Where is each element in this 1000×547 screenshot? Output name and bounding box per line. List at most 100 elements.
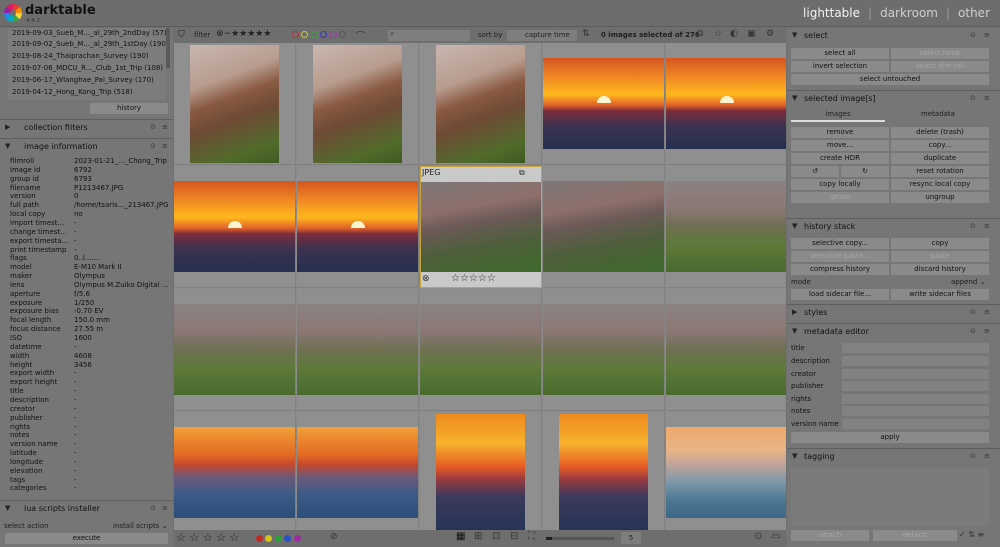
thumbnail[interactable] [543,166,665,288]
thumbnail[interactable] [297,43,419,165]
view-lighttable[interactable]: lighttable [803,6,860,20]
rating-filter[interactable]: ⊗−★★★★★ [216,29,271,39]
thumbnail[interactable] [420,289,542,411]
second-window-icon[interactable]: ▭ [771,531,780,542]
move-button[interactable]: move... [791,140,889,151]
menu-icon[interactable]: ≡ [984,222,990,230]
rotate-right-button[interactable]: ↻ [841,166,889,177]
rotate-left-button[interactable]: ↺ [791,166,839,177]
presets-icon[interactable]: ⊙ [970,452,976,460]
collection-item[interactable]: 2019-04-12_Hong_Kong_Trip (518) [12,88,133,96]
columns-slider[interactable] [546,537,614,540]
thumbnail[interactable] [543,412,665,530]
sort-dropdown[interactable]: capture time ⌄ [507,30,577,50]
presets-icon[interactable]: ⊙ [150,142,156,150]
select-film-roll-button[interactable]: select film roll [891,61,989,72]
thumbnail[interactable] [420,412,542,530]
thumbnail[interactable] [174,289,296,411]
culling-layout-icon[interactable]: ⊡ [492,531,500,542]
thumbnail-grid[interactable]: JPEG ⧉ ⊗ ☆☆☆☆☆ [174,43,786,530]
ungroup-button[interactable]: ungroup [891,192,989,203]
menu-icon[interactable]: ≡ [984,327,990,335]
thumbnail[interactable] [666,289,786,411]
preview-icon[interactable]: ⛶ [528,531,535,542]
history-button[interactable]: history [90,103,168,114]
thumbnail-image[interactable] [174,304,295,395]
history-copy-button[interactable]: copy [891,238,989,249]
collection-filters-header[interactable]: ▶ collection filters ⊙ ≡ [0,119,173,135]
write-sidecar-button[interactable]: write sidecar files [891,289,989,300]
focus-peaking-icon[interactable]: ◐ [730,29,738,39]
view-other[interactable]: other [958,6,990,20]
filemanager-layout-icon[interactable]: ▦ [456,531,465,542]
copy-locally-button[interactable]: copy locally [791,179,889,190]
copy-button[interactable]: copy... [891,140,989,151]
thumbnail[interactable] [297,412,419,530]
thumbnail-image[interactable] [559,414,648,530]
menu-icon[interactable]: ≡ [984,308,990,316]
title-field[interactable] [842,343,989,353]
detach-button[interactable]: detach [873,530,957,541]
grouping-toggle-icon[interactable]: ⧉ [697,29,703,39]
tag-toggle-icons[interactable]: ✓ ⇅ ≡ [959,530,984,539]
lua-scripts-header[interactable]: ▼ lua scripts installer ⊙ ≡ [0,500,173,516]
thumbnail-image[interactable] [297,427,418,518]
thumbnail-image[interactable] [666,181,786,272]
reject-icon[interactable]: ⊗ [422,274,430,284]
thumbnail-image[interactable] [421,182,541,272]
presets-icon[interactable]: ⊙ [970,308,976,316]
collection-item[interactable]: 2019-08-24_Thaiprachan_Survey (190) [12,52,149,60]
metadata-editor-header[interactable]: ▼ metadata editor ⊙ ≡ [787,323,1000,339]
collection-item[interactable]: 2019-09-03_Sueb_M..._al_29th_2ndDay (57) [12,29,167,37]
clear-labels-icon[interactable]: ⊘ [330,532,338,542]
install-scripts-dropdown[interactable]: install scripts ⌄ [113,522,167,530]
thumbnail[interactable] [174,412,296,530]
filter-icon[interactable]: ⛉ [178,30,185,40]
create-hdr-button[interactable]: create HDR [791,153,889,164]
presets-icon[interactable]: ⊙ [970,327,976,335]
attach-button[interactable]: attach [791,530,869,541]
menu-icon[interactable]: ≡ [162,504,168,512]
selected-images-header[interactable]: ▼ selected image[s] ⊙ ≡ [787,90,1000,106]
collection-item[interactable]: 2019-06-17_Wlanghae_Pai_Survey (170) [12,76,154,84]
select-untouched-button[interactable]: select untouched [791,74,989,85]
thumbnail-image[interactable] [297,181,418,272]
group-button[interactable]: group [791,192,889,203]
thumbnail-image[interactable] [297,304,418,395]
columns-value[interactable]: 5 [621,532,641,544]
duplicate-button[interactable]: duplicate [891,153,989,164]
thumbnail[interactable] [666,412,786,530]
tagging-header[interactable]: ▼ tagging ⊙ ≡ [787,448,1000,464]
thumbnail[interactable] [543,43,665,165]
zoomable-layout-icon[interactable]: ⊞ [474,531,482,542]
thumbnail[interactable] [666,43,786,165]
thumbnail-image[interactable] [666,304,786,395]
history-stack-header[interactable]: ▼ history stack ⊙ ≡ [787,218,1000,234]
collection-item[interactable]: 2019-09-02_Sueb_M..._al_29th_1stDay (190… [12,40,169,48]
menu-icon[interactable]: ≡ [162,142,168,150]
thumbnail[interactable] [543,289,665,411]
thumbnail-image[interactable] [543,58,664,149]
collections-scrollbar[interactable] [166,28,170,68]
resync-local-copy-button[interactable]: resync local copy [891,179,989,190]
thumbnail-image[interactable] [543,304,664,395]
thumbnail-image[interactable] [420,304,541,395]
rating-stars[interactable]: ☆ ☆ ☆ ☆ ☆ [176,531,239,544]
selective-paste-button[interactable]: selective paste... [791,251,889,262]
selective-copy-button[interactable]: selective copy... [791,238,889,249]
collection-item[interactable]: 2019-07-06_MDCU_R..._Club_1st_Trip (108) [12,64,163,72]
version-name-field[interactable] [842,419,989,429]
menu-icon[interactable]: ≡ [984,94,990,102]
delete-trash-button[interactable]: delete (trash) [891,127,989,138]
thumbnail-hovered[interactable]: JPEG ⧉ ⊗ ☆☆☆☆☆ [420,166,542,288]
load-sidecar-button[interactable]: load sidecar file... [791,289,889,300]
thumbnail[interactable] [174,43,296,165]
presets-icon[interactable]: ⊙ [970,222,976,230]
search-input[interactable]: ⌕ [388,29,470,41]
reset-rotation-button[interactable]: reset rotation [891,166,989,177]
description-field[interactable] [842,356,989,366]
star-overlay-icon[interactable]: ☆ [714,29,722,39]
thumbnail[interactable] [297,289,419,411]
presets-icon[interactable]: ⊙ [150,504,156,512]
select-header[interactable]: ▼ select ⊙ ≡ [787,28,1000,44]
